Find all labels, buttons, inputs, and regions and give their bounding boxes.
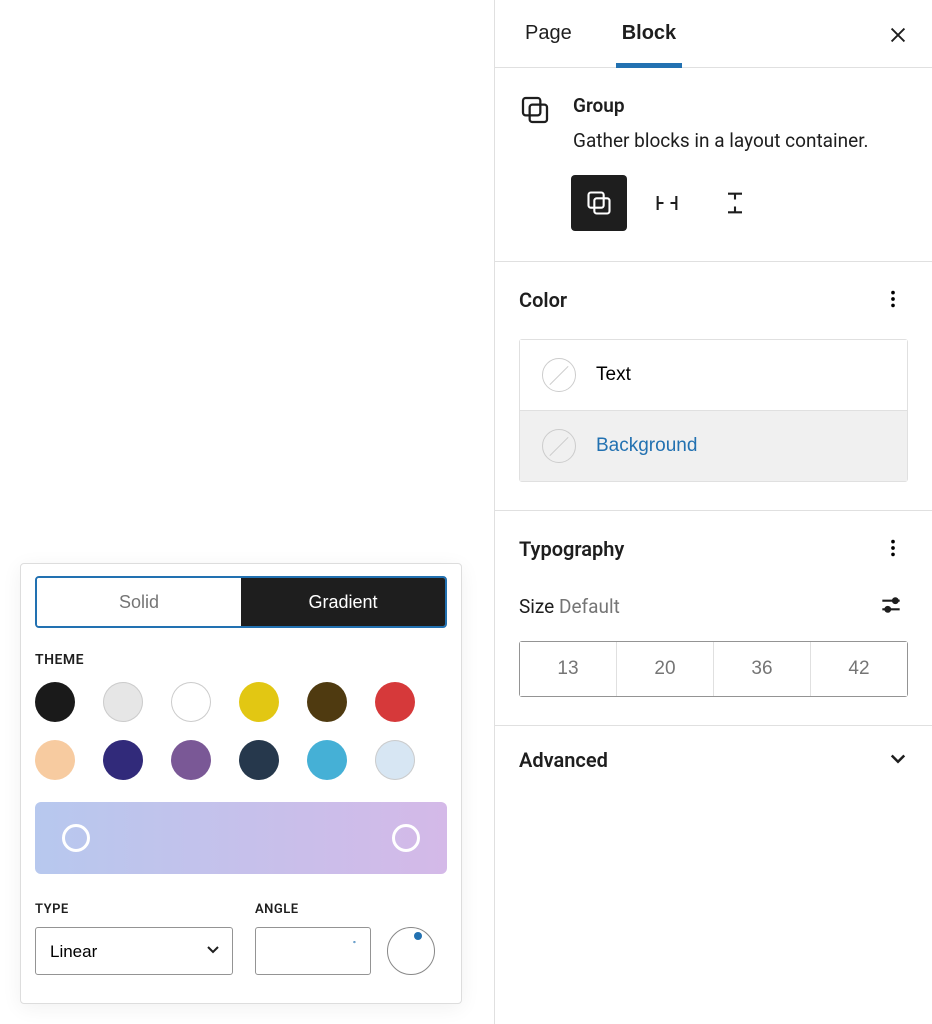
type-label: TYPE: [35, 902, 233, 917]
size-value: Default: [559, 595, 620, 618]
group-block-icon: [519, 94, 555, 155]
settings-sidebar: Page Block Group Gather blocks in a layo…: [494, 0, 932, 1024]
theme-swatch[interactable]: [171, 740, 211, 780]
tab-block[interactable]: Block: [616, 0, 682, 68]
font-size-preset[interactable]: 20: [616, 642, 713, 696]
color-mode-toggle: Solid Gradient: [35, 576, 447, 628]
gradient-toggle[interactable]: Gradient: [241, 578, 445, 626]
kebab-icon: [882, 537, 904, 559]
theme-swatch[interactable]: [35, 682, 75, 722]
close-icon: [887, 24, 909, 46]
group-icon: [585, 189, 613, 217]
theme-label: THEME: [35, 652, 447, 668]
font-size-presets: 13203642: [519, 641, 908, 697]
theme-swatch[interactable]: [103, 740, 143, 780]
typography-panel-title: Typography: [519, 537, 624, 561]
size-label: Size: [519, 595, 554, 618]
gradient-bar[interactable]: [35, 802, 447, 874]
color-text-label: Text: [596, 364, 631, 386]
theme-swatches: [35, 682, 447, 780]
block-title: Group: [573, 94, 869, 117]
close-sidebar-button[interactable]: [884, 22, 912, 50]
variation-group[interactable]: [571, 175, 627, 231]
angle-dial-handle: [414, 932, 422, 940]
theme-swatch[interactable]: [35, 740, 75, 780]
gradient-stop-start[interactable]: [62, 824, 90, 852]
theme-swatch[interactable]: [103, 682, 143, 722]
variation-stack[interactable]: [707, 175, 763, 231]
theme-swatch[interactable]: [375, 682, 415, 722]
font-size-preset[interactable]: 13: [520, 642, 616, 696]
theme-swatch[interactable]: [239, 682, 279, 722]
color-text-button[interactable]: Text: [520, 340, 907, 410]
solid-toggle[interactable]: Solid: [37, 578, 241, 626]
sliders-icon: [878, 592, 904, 618]
color-background-button[interactable]: Background: [520, 410, 907, 481]
typography-panel-menu-button[interactable]: [878, 533, 908, 566]
stack-icon: [721, 189, 749, 217]
chevron-down-icon: [888, 748, 908, 772]
angle-input-wrap: [255, 927, 371, 975]
theme-swatch[interactable]: [171, 682, 211, 722]
row-icon: [653, 189, 681, 217]
empty-swatch-icon: [542, 429, 576, 463]
theme-swatch[interactable]: [375, 740, 415, 780]
gradient-stop-end[interactable]: [392, 824, 420, 852]
block-description: Gather blocks in a layout container.: [573, 127, 869, 155]
angle-label: ANGLE: [255, 902, 435, 917]
theme-swatch[interactable]: [307, 682, 347, 722]
advanced-panel-toggle[interactable]: Advanced: [495, 725, 932, 794]
size-custom-toggle[interactable]: [874, 588, 908, 625]
variation-row[interactable]: [639, 175, 695, 231]
gradient-type-select[interactable]: Linear: [35, 927, 233, 975]
color-panel-menu-button[interactable]: [878, 284, 908, 317]
kebab-icon: [882, 288, 904, 310]
angle-dial[interactable]: [387, 927, 435, 975]
empty-swatch-icon: [542, 358, 576, 392]
color-background-label: Background: [596, 435, 697, 457]
angle-input[interactable]: [256, 928, 370, 974]
font-size-preset[interactable]: 42: [810, 642, 907, 696]
theme-swatch[interactable]: [307, 740, 347, 780]
color-picker-popover: Solid Gradient THEME TYPE Linear: [20, 563, 462, 1004]
color-panel-title: Color: [519, 288, 567, 312]
theme-swatch[interactable]: [239, 740, 279, 780]
font-size-preset[interactable]: 36: [713, 642, 810, 696]
advanced-title: Advanced: [519, 748, 608, 772]
tab-page[interactable]: Page: [519, 0, 578, 68]
